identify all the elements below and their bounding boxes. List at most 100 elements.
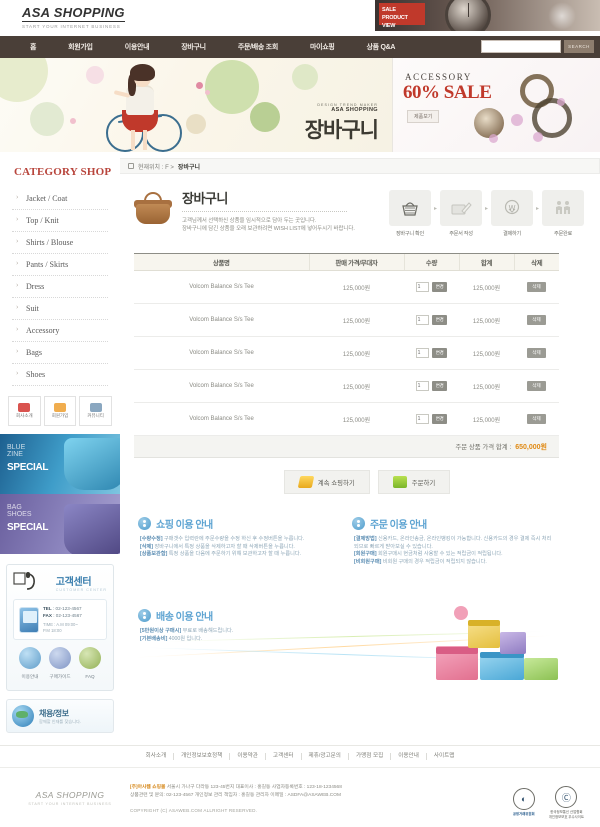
change-quantity-button[interactable]: 변경 bbox=[431, 414, 448, 424]
site-logo[interactable]: ASA SHOPPING START YOUR INTERNET BUSINES… bbox=[22, 5, 125, 29]
banner-blue-zine-special[interactable]: BLUE ZINE SPECIAL bbox=[0, 434, 120, 494]
guide-text: 무료로 배송해드립니다. bbox=[181, 628, 234, 634]
quick-button-company[interactable]: 회사소개 bbox=[8, 396, 41, 426]
quick-button-label: 커뮤니티 bbox=[87, 413, 104, 418]
sidebar-item-top-knit[interactable]: Top / Knit bbox=[12, 210, 108, 232]
body-row: CATEGORY SHOP Jacket / Coat Top / Knit S… bbox=[0, 152, 600, 733]
nav-item-home[interactable]: 홈 bbox=[14, 42, 52, 52]
cell-quantity: 변경 bbox=[404, 402, 459, 436]
tel-value: 02-123-4567 bbox=[55, 606, 82, 611]
gift-box-purple bbox=[500, 632, 526, 654]
banner-bag-shoes-special[interactable]: BAG SHOES SPECIAL bbox=[0, 494, 120, 554]
sidebar-item-jacket-coat[interactable]: Jacket / Coat bbox=[12, 188, 108, 210]
cell-product-name[interactable]: Volcom Balance S/s Tee bbox=[134, 336, 309, 370]
cell-product-name[interactable]: Volcom Balance S/s Tee bbox=[134, 402, 309, 436]
step-cart-confirm[interactable]: 장바구니 확인 bbox=[388, 190, 431, 237]
delete-row-button[interactable]: 삭제 bbox=[527, 414, 546, 424]
logo-text: ASA SHOPPING bbox=[22, 5, 125, 22]
sidebar-item-shoes[interactable]: Shoes bbox=[12, 364, 108, 386]
cs-icon-faq[interactable]: FAQ bbox=[79, 647, 101, 680]
job-info-banner[interactable]: 채용/정보 함께할 인재를 찾습니다. bbox=[6, 699, 114, 733]
title-divider bbox=[182, 211, 347, 212]
sidebar-item-pants-skirts[interactable]: Pants / Skirts bbox=[12, 254, 108, 276]
footer-link-customer-center[interactable]: 고객센터 bbox=[266, 753, 302, 760]
banner-text: ZINE bbox=[7, 451, 23, 458]
nav-item-order-tracking[interactable]: 주문/배송 조회 bbox=[222, 42, 294, 52]
footer: 회사소개 개인정보보호정책 이용약관 고객센터 제휴/광고문의 가맹점 모집 이… bbox=[0, 745, 600, 827]
guide-tag: [상품보관함] bbox=[140, 551, 168, 558]
delete-row-button[interactable]: 삭제 bbox=[527, 315, 546, 325]
cell-delete: 삭제 bbox=[514, 402, 559, 436]
logo-tagline: START YOUR INTERNET BUSINESS bbox=[22, 24, 121, 29]
search-button[interactable]: SEARCH bbox=[564, 40, 594, 53]
nav-item-myshopping[interactable]: 마이쇼핑 bbox=[294, 42, 351, 52]
footer-link-guide[interactable]: 이용안내 bbox=[391, 753, 427, 760]
cell-delete: 삭제 bbox=[514, 369, 559, 403]
guide-tag: [기본배송비] bbox=[140, 635, 168, 642]
nav-item-guide[interactable]: 이용안내 bbox=[109, 42, 166, 52]
footer-link-terms[interactable]: 이용약관 bbox=[230, 753, 266, 760]
quantity-input[interactable] bbox=[415, 381, 429, 391]
cs-icon-guide[interactable]: 이용안내 bbox=[19, 647, 41, 680]
bag-image bbox=[64, 504, 120, 554]
quantity-input[interactable] bbox=[415, 348, 429, 358]
cell-product-name[interactable]: Volcom Balance S/s Tee bbox=[134, 303, 309, 337]
nav-item-signup[interactable]: 회원가입 bbox=[52, 42, 109, 52]
guide-text: 구매갯수 입력란에 주문수량을 수정 하신 후 수정버튼을 누릅니다. bbox=[162, 536, 305, 542]
place-order-button[interactable]: 주문하기 bbox=[377, 470, 451, 494]
footer-link-sitemap[interactable]: 사이트맵 bbox=[427, 753, 462, 760]
view-products-button[interactable]: 제품보기 bbox=[407, 110, 440, 123]
fax-value: 02-123-4567 bbox=[55, 613, 82, 618]
quantity-input[interactable] bbox=[415, 414, 429, 424]
step-order-form[interactable]: 주문서 작성 bbox=[439, 190, 482, 237]
footer-link-company[interactable]: 회사소개 bbox=[139, 753, 175, 760]
mark-fair-trade: ◐ 공정거래위원회 bbox=[512, 788, 535, 817]
nav-item-cart[interactable]: 장바구니 bbox=[165, 42, 222, 52]
quantity-input[interactable] bbox=[415, 282, 429, 292]
col-product-name: 상품명 bbox=[134, 253, 309, 271]
continue-shopping-label: 계속 쇼핑하기 bbox=[317, 479, 355, 487]
cell-quantity: 변경 bbox=[404, 369, 459, 403]
shopping-guide-header: 쇼핑 이용 안내 bbox=[138, 516, 338, 531]
quantity-input[interactable] bbox=[415, 315, 429, 325]
change-quantity-button[interactable]: 변경 bbox=[431, 282, 448, 292]
delete-row-button[interactable]: 삭제 bbox=[527, 381, 546, 391]
quick-button-community[interactable]: 커뮤니티 bbox=[79, 396, 113, 426]
step-payment[interactable]: W 결제하기 bbox=[490, 190, 533, 237]
cell-price: 125,000원 bbox=[309, 270, 404, 304]
breadcrumb-current: 장바구니 bbox=[177, 164, 201, 171]
globe-icon bbox=[12, 705, 34, 727]
cs-icon-buying-guide[interactable]: 구매가이드 bbox=[49, 647, 71, 680]
sidebar-item-shirts-blouse[interactable]: Shirts / Blouse bbox=[12, 232, 108, 254]
accessory-sale-banner[interactable]: ACCESSORY 60% SALE 제품보기 bbox=[392, 58, 600, 152]
sidebar-item-accessory[interactable]: Accessory bbox=[12, 320, 108, 342]
decor-blob bbox=[186, 114, 206, 134]
cell-product-name[interactable]: Volcom Balance S/s Tee bbox=[134, 369, 309, 403]
delete-row-button[interactable]: 삭제 bbox=[527, 348, 546, 358]
sidebar-item-suit[interactable]: Suit bbox=[12, 298, 108, 320]
guide-text: 비회원 구매의 경우 적립금이 적립되지 않습니다. bbox=[381, 558, 487, 565]
delete-row-button[interactable]: 삭제 bbox=[527, 282, 546, 292]
change-quantity-button[interactable]: 변경 bbox=[431, 348, 448, 358]
footer-link-franchise[interactable]: 가맹점 모집 bbox=[349, 753, 392, 760]
continue-shopping-button[interactable]: 계속 쇼핑하기 bbox=[283, 470, 370, 494]
sidebar-item-dress[interactable]: Dress bbox=[12, 276, 108, 298]
footer-link-partnership[interactable]: 제휴/광고문의 bbox=[302, 753, 349, 760]
cell-product-name[interactable]: Volcom Balance S/s Tee bbox=[134, 270, 309, 304]
cart-description-2: 장바구니에 담긴 상품을 오래 보관하려면 WISH LIST에 넣어두시기 바… bbox=[182, 226, 355, 232]
sidebar-item-bags[interactable]: Bags bbox=[12, 342, 108, 364]
nav-item-qna[interactable]: 상품 Q&A bbox=[351, 42, 412, 52]
cell-price: 125,000원 bbox=[309, 336, 404, 370]
search-input[interactable] bbox=[481, 40, 561, 53]
cell-price: 125,000원 bbox=[309, 369, 404, 403]
change-quantity-button[interactable]: 변경 bbox=[431, 381, 448, 391]
footer-logo-text: ASA SHOPPING bbox=[35, 790, 105, 800]
top-promo-banner[interactable]: SALE PRODUCT VIEW bbox=[375, 0, 600, 31]
change-quantity-button[interactable]: 변경 bbox=[431, 315, 448, 325]
flower-decoration bbox=[196, 82, 203, 89]
step-order-complete[interactable]: 주문완료 bbox=[542, 190, 584, 237]
footer-link-privacy[interactable]: 개인정보보호정책 bbox=[174, 753, 231, 760]
footer-copyright: COPYRIGHT (C) ASAWEB.COM ALLRIGHT RESERV… bbox=[130, 808, 258, 813]
job-title: 채용/정보 bbox=[39, 708, 69, 718]
quick-button-signup[interactable]: 회원가입 bbox=[43, 396, 77, 426]
